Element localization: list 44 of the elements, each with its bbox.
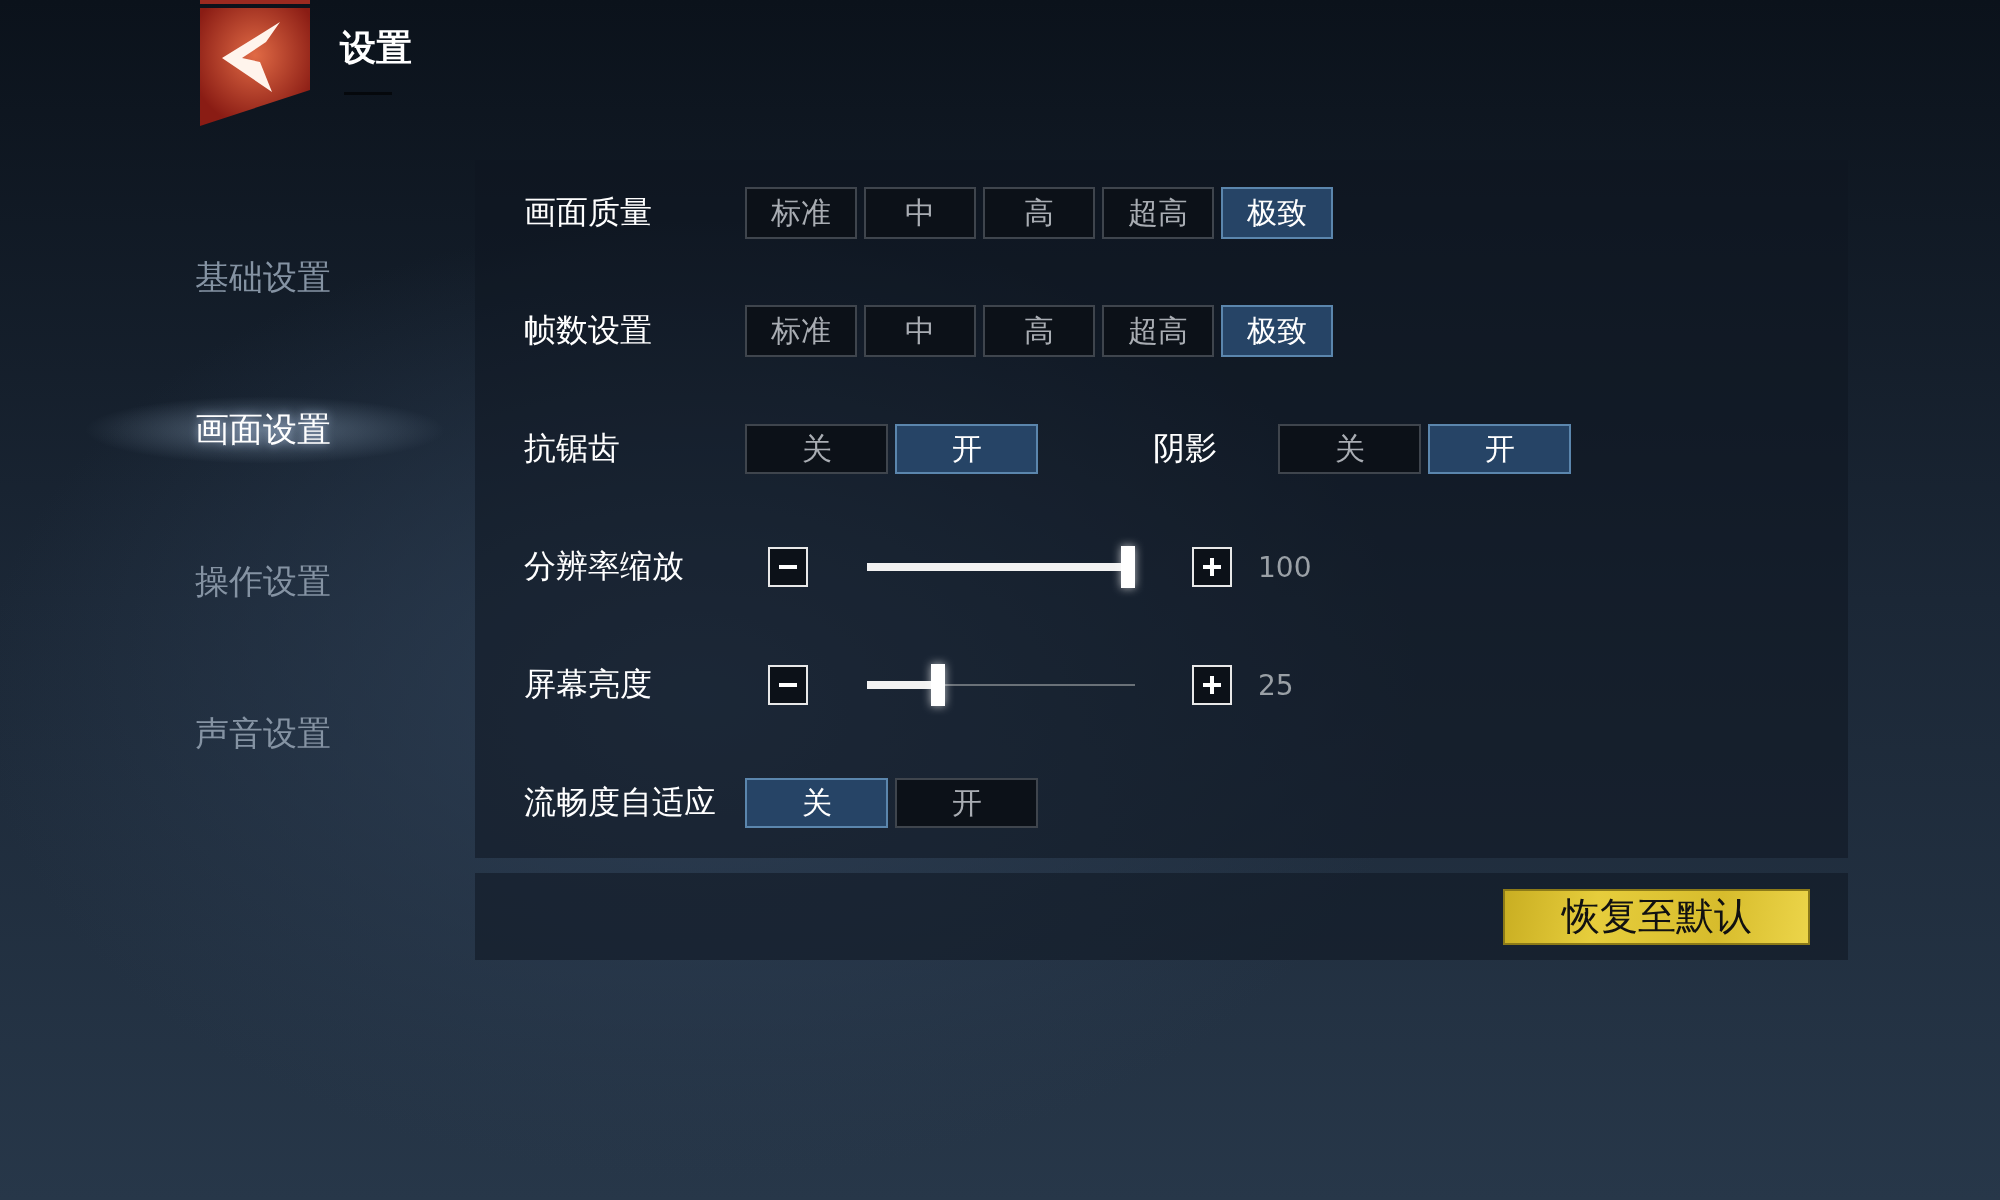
sidebar-item[interactable]: 画面设置	[0, 399, 331, 459]
setting-label: 屏幕亮度	[524, 664, 653, 705]
setting-label: 帧数设置	[524, 310, 653, 351]
plus-icon	[1201, 674, 1223, 696]
option-button[interactable]: 标准	[745, 187, 857, 239]
sidebar-item[interactable]: 基础设置	[0, 247, 331, 307]
option-button[interactable]: 标准	[745, 305, 857, 357]
option-button[interactable]: 关	[1278, 424, 1421, 474]
setting-label: 阴影	[1153, 428, 1218, 469]
minus-button[interactable]	[768, 547, 808, 587]
sidebar-item[interactable]: 操作设置	[0, 551, 331, 611]
plus-button[interactable]	[1192, 665, 1232, 705]
plus-button[interactable]	[1192, 547, 1232, 587]
setting-label: 分辨率缩放	[524, 546, 685, 587]
option-button[interactable]: 超高	[1102, 187, 1214, 239]
option-button[interactable]: 超高	[1102, 305, 1214, 357]
option-button[interactable]: 开	[1428, 424, 1571, 474]
option-button[interactable]: 关	[745, 424, 888, 474]
plus-icon	[1201, 556, 1223, 578]
option-button[interactable]: 极致	[1221, 305, 1333, 357]
minus-icon	[779, 565, 797, 569]
minus-button[interactable]	[768, 665, 808, 705]
reset-button[interactable]: 恢复至默认	[1503, 888, 1810, 945]
option-button[interactable]: 中	[864, 187, 976, 239]
option-button[interactable]: 关	[745, 778, 888, 828]
option-button[interactable]: 开	[895, 778, 1038, 828]
option-button[interactable]: 开	[895, 424, 1038, 474]
back-icon[interactable]	[200, 0, 310, 126]
slider-track[interactable]	[867, 664, 1135, 706]
slider-value: 25	[1258, 668, 1294, 702]
option-button[interactable]: 高	[983, 305, 1095, 357]
setting-label: 抗锯齿	[524, 428, 621, 469]
sidebar-item[interactable]: 声音设置	[0, 703, 331, 763]
slider-value: 100	[1258, 550, 1312, 584]
option-button[interactable]: 高	[983, 187, 1095, 239]
page-title: 设置	[340, 26, 412, 70]
slider-track[interactable]	[867, 546, 1135, 588]
minus-icon	[779, 683, 797, 687]
option-button[interactable]: 中	[864, 305, 976, 357]
setting-label: 画面质量	[524, 192, 653, 233]
slider-thumb[interactable]	[930, 664, 945, 706]
option-button[interactable]: 极致	[1221, 187, 1333, 239]
setting-label: 流畅度自适应	[524, 782, 717, 823]
slider-thumb[interactable]	[1121, 546, 1135, 588]
